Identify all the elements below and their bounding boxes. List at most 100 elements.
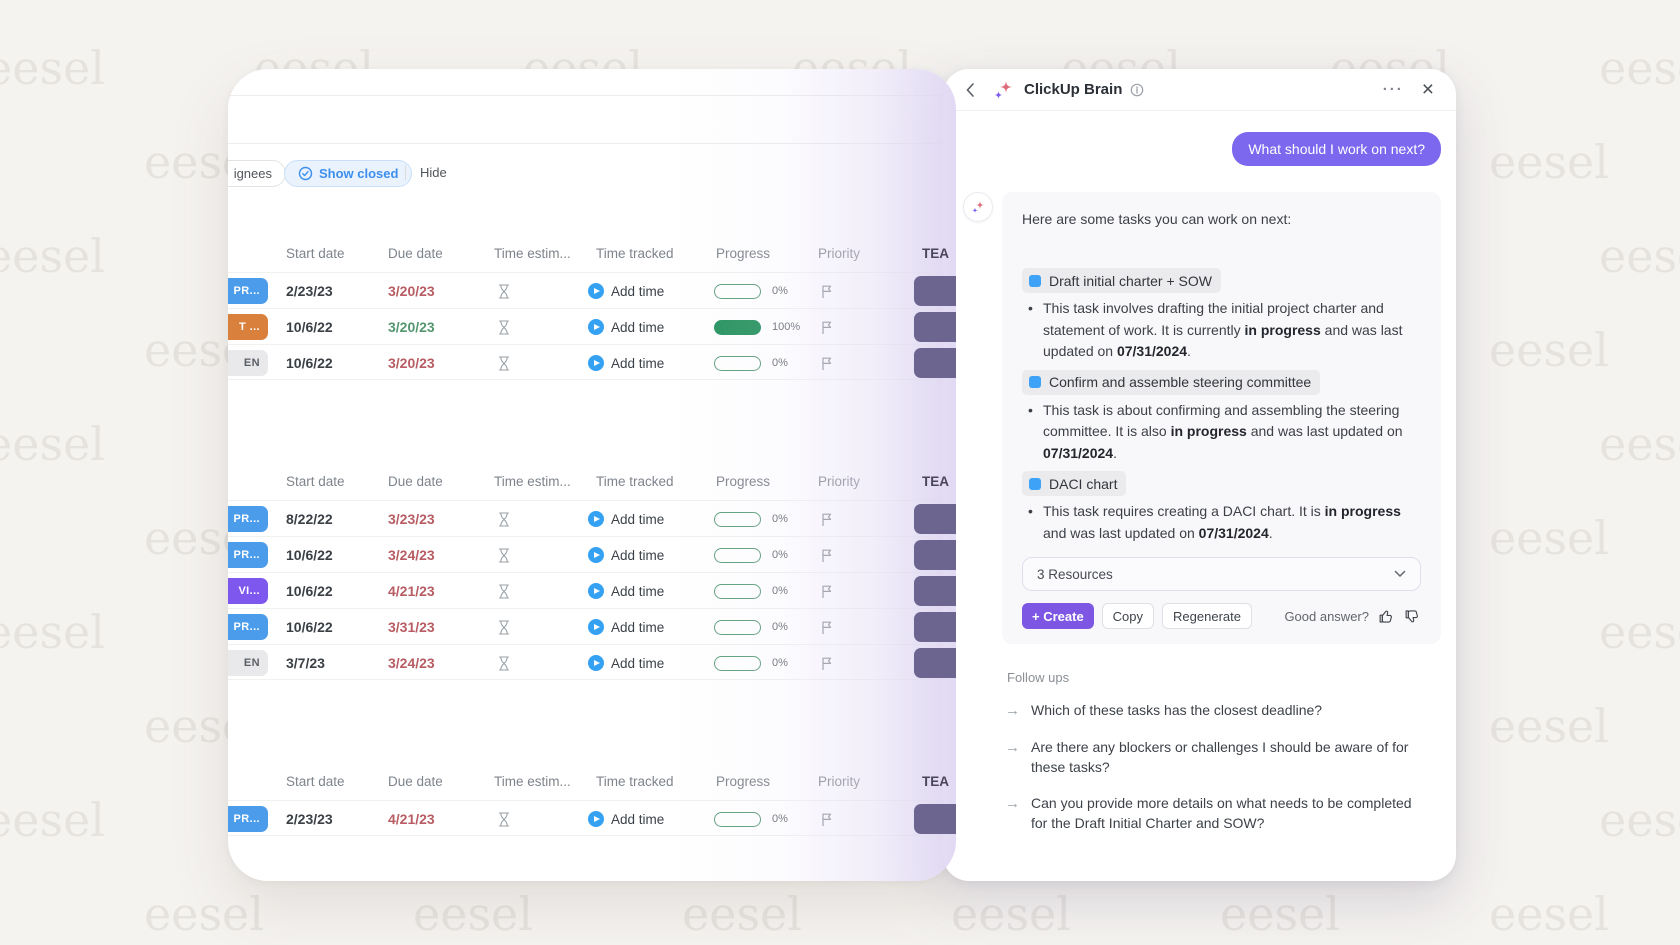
column-header[interactable]: Time tracked xyxy=(596,246,674,261)
back-chevron-icon[interactable] xyxy=(965,82,975,98)
status-chip[interactable]: VI... xyxy=(228,578,268,604)
priority-cell[interactable] xyxy=(820,273,834,309)
table-row[interactable]: EN10/6/223/20/23Add time0% xyxy=(228,344,956,380)
team-cell[interactable] xyxy=(914,312,956,342)
add-time-button[interactable]: Add time xyxy=(588,273,664,309)
priority-flag-icon[interactable] xyxy=(820,512,834,527)
priority-cell[interactable] xyxy=(820,573,834,609)
column-header[interactable]: Priority xyxy=(818,474,860,489)
follow-up-item[interactable]: →Are there any blockers or challenges I … xyxy=(1005,738,1441,777)
add-time-button[interactable]: Add time xyxy=(588,345,664,381)
status-chip[interactable]: PR... xyxy=(228,806,268,832)
column-header[interactable]: Priority xyxy=(818,774,860,789)
task-chip[interactable]: Draft initial charter + SOW xyxy=(1022,268,1221,293)
status-chip[interactable]: PR... xyxy=(228,506,268,532)
table-row[interactable]: T ...10/6/223/20/23Add time100% xyxy=(228,308,956,344)
time-estimate-cell[interactable] xyxy=(498,501,510,537)
time-estimate-cell[interactable] xyxy=(498,801,510,837)
priority-cell[interactable] xyxy=(820,501,834,537)
priority-cell[interactable] xyxy=(820,801,834,837)
team-cell[interactable] xyxy=(914,504,956,534)
table-row[interactable]: PR...8/22/223/23/23Add time0% xyxy=(228,500,956,536)
table-row[interactable]: VI...10/6/224/21/23Add time0% xyxy=(228,572,956,608)
column-header[interactable]: Due date xyxy=(388,774,443,789)
column-header[interactable]: Start date xyxy=(286,474,345,489)
add-time-button[interactable]: Add time xyxy=(588,645,664,681)
column-header[interactable]: Progress xyxy=(716,246,770,261)
priority-cell[interactable] xyxy=(820,609,834,645)
priority-cell[interactable] xyxy=(820,645,834,681)
table-row[interactable]: EN3/7/233/24/23Add time0% xyxy=(228,644,956,680)
due-date-cell[interactable]: 3/20/23 xyxy=(388,345,435,381)
time-estimate-cell[interactable] xyxy=(498,273,510,309)
priority-cell[interactable] xyxy=(820,309,834,345)
priority-flag-icon[interactable] xyxy=(820,656,834,671)
start-date-cell[interactable]: 10/6/22 xyxy=(286,537,333,573)
column-header[interactable]: Priority xyxy=(818,246,860,261)
show-closed-toggle[interactable]: Show closed xyxy=(284,160,412,187)
close-icon[interactable]: × xyxy=(1422,80,1434,100)
due-date-cell[interactable]: 3/20/23 xyxy=(388,273,435,309)
time-estimate-cell[interactable] xyxy=(498,609,510,645)
column-header-team[interactable]: TEA xyxy=(922,246,949,261)
assignees-filter-pill[interactable]: ignees xyxy=(228,160,286,187)
start-date-cell[interactable]: 2/23/23 xyxy=(286,273,333,309)
follow-up-item[interactable]: →Can you provide more details on what ne… xyxy=(1005,794,1441,833)
priority-flag-icon[interactable] xyxy=(820,812,834,827)
status-chip[interactable]: PR... xyxy=(228,278,268,304)
add-time-button[interactable]: Add time xyxy=(588,501,664,537)
start-date-cell[interactable]: 10/6/22 xyxy=(286,309,333,345)
team-cell[interactable] xyxy=(914,804,956,834)
start-date-cell[interactable]: 10/6/22 xyxy=(286,573,333,609)
more-options-icon[interactable]: ··· xyxy=(1383,81,1404,98)
status-chip[interactable]: PR... xyxy=(228,614,268,640)
column-header[interactable]: Time estim... xyxy=(494,774,571,789)
add-time-button[interactable]: Add time xyxy=(588,573,664,609)
column-header[interactable]: Due date xyxy=(388,246,443,261)
start-date-cell[interactable]: 10/6/22 xyxy=(286,345,333,381)
team-cell[interactable] xyxy=(914,540,956,570)
thumbs-down-icon[interactable] xyxy=(1404,608,1421,625)
priority-flag-icon[interactable] xyxy=(820,356,834,371)
priority-flag-icon[interactable] xyxy=(820,584,834,599)
add-time-button[interactable]: Add time xyxy=(588,609,664,645)
due-date-cell[interactable]: 3/31/23 xyxy=(388,609,435,645)
follow-up-item[interactable]: →Which of these tasks has the closest de… xyxy=(1005,701,1441,721)
column-header[interactable]: Time estim... xyxy=(494,474,571,489)
column-header[interactable]: Progress xyxy=(716,774,770,789)
add-time-button[interactable]: Add time xyxy=(588,801,664,837)
column-header[interactable]: Start date xyxy=(286,246,345,261)
time-estimate-cell[interactable] xyxy=(498,645,510,681)
thumbs-up-icon[interactable] xyxy=(1378,608,1395,625)
due-date-cell[interactable]: 4/21/23 xyxy=(388,801,435,837)
priority-cell[interactable] xyxy=(820,345,834,381)
column-header-team[interactable]: TEA xyxy=(922,774,949,789)
due-date-cell[interactable]: 4/21/23 xyxy=(388,573,435,609)
priority-flag-icon[interactable] xyxy=(820,548,834,563)
hide-button[interactable]: Hide xyxy=(420,159,447,187)
start-date-cell[interactable]: 3/7/23 xyxy=(286,645,325,681)
team-cell[interactable] xyxy=(914,276,956,306)
resources-dropdown[interactable]: 3 Resources xyxy=(1022,557,1421,591)
task-chip[interactable]: DACI chart xyxy=(1022,471,1126,496)
table-row[interactable]: PR...10/6/223/31/23Add time0% xyxy=(228,608,956,644)
column-header[interactable]: Time estim... xyxy=(494,246,571,261)
team-cell[interactable] xyxy=(914,348,956,378)
time-estimate-cell[interactable] xyxy=(498,573,510,609)
due-date-cell[interactable]: 3/23/23 xyxy=(388,501,435,537)
copy-button[interactable]: Copy xyxy=(1102,603,1154,629)
table-row[interactable]: PR...2/23/233/20/23Add time0% xyxy=(228,272,956,308)
status-chip[interactable]: EN xyxy=(228,650,268,676)
column-header-team[interactable]: TEA xyxy=(922,474,949,489)
status-chip[interactable]: EN xyxy=(228,350,268,376)
column-header[interactable]: Due date xyxy=(388,474,443,489)
time-estimate-cell[interactable] xyxy=(498,309,510,345)
time-estimate-cell[interactable] xyxy=(498,537,510,573)
start-date-cell[interactable]: 10/6/22 xyxy=(286,609,333,645)
add-time-button[interactable]: Add time xyxy=(588,537,664,573)
column-header[interactable]: Time tracked xyxy=(596,774,674,789)
priority-cell[interactable] xyxy=(820,537,834,573)
priority-flag-icon[interactable] xyxy=(820,284,834,299)
status-chip[interactable]: PR... xyxy=(228,542,268,568)
task-chip[interactable]: Confirm and assemble steering committee xyxy=(1022,370,1320,395)
